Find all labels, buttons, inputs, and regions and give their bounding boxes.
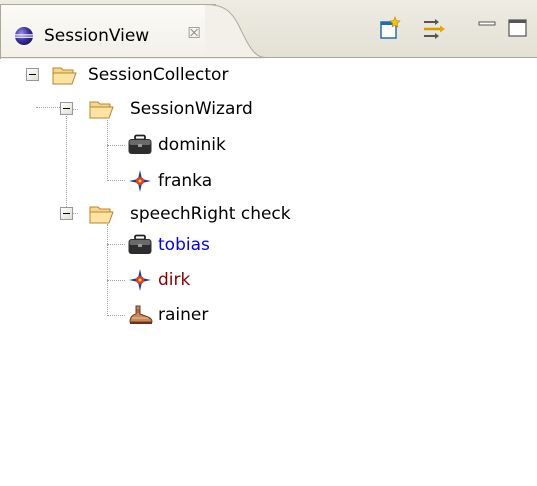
- tab-edge: [205, 4, 265, 59]
- tree-node-tobias[interactable]: tobias: [0, 228, 537, 262]
- shoe-icon: [129, 305, 153, 324]
- node-label: SessionCollector: [88, 65, 229, 85]
- collapse-toggle[interactable]: [26, 68, 39, 81]
- node-label: speechRight check: [130, 204, 291, 224]
- new-session-icon[interactable]: [378, 16, 404, 42]
- compass-star-icon: [129, 269, 151, 291]
- node-label: SessionWizard: [130, 99, 253, 119]
- briefcase-icon: [128, 234, 152, 254]
- close-icon[interactable]: ☒: [185, 24, 203, 42]
- compass-star-icon: [129, 170, 151, 192]
- tree-node-dominik[interactable]: dominik: [0, 128, 537, 162]
- collapse-toggle[interactable]: [60, 207, 73, 220]
- tree-node-speechright-check[interactable]: speechRight check: [0, 197, 537, 231]
- tree-node-rainer[interactable]: rainer: [0, 298, 537, 332]
- collapse-toggle[interactable]: [60, 102, 73, 115]
- tree-node-session-wizard[interactable]: SessionWizard: [0, 92, 537, 126]
- view-title: SessionView: [44, 26, 150, 46]
- session-view: SessionView ☒ SessionCollector SessionWi…: [0, 0, 537, 486]
- node-label: dirk: [158, 270, 191, 290]
- node-label: franka: [158, 171, 213, 191]
- node-label: dominik: [158, 135, 226, 155]
- folder-open-icon: [89, 101, 114, 119]
- eclipse-view-icon: [15, 27, 33, 45]
- briefcase-icon: [128, 134, 152, 154]
- folder-open-icon: [89, 206, 114, 224]
- tree-node-dirk[interactable]: dirk: [0, 263, 537, 297]
- folder-open-icon: [52, 67, 77, 85]
- node-label: tobias: [158, 235, 210, 255]
- view-title-bar: SessionView ☒: [0, 0, 537, 59]
- sync-icon[interactable]: [421, 16, 447, 42]
- minimize-icon[interactable]: [475, 16, 501, 42]
- view-tab[interactable]: SessionView ☒: [0, 4, 216, 59]
- node-label: rainer: [158, 305, 209, 325]
- maximize-icon[interactable]: [506, 16, 532, 42]
- session-tree: SessionCollector SessionWizard dominik f…: [0, 58, 537, 486]
- tree-node-session-collector[interactable]: SessionCollector: [0, 58, 537, 92]
- tree-node-franka[interactable]: franka: [0, 164, 537, 198]
